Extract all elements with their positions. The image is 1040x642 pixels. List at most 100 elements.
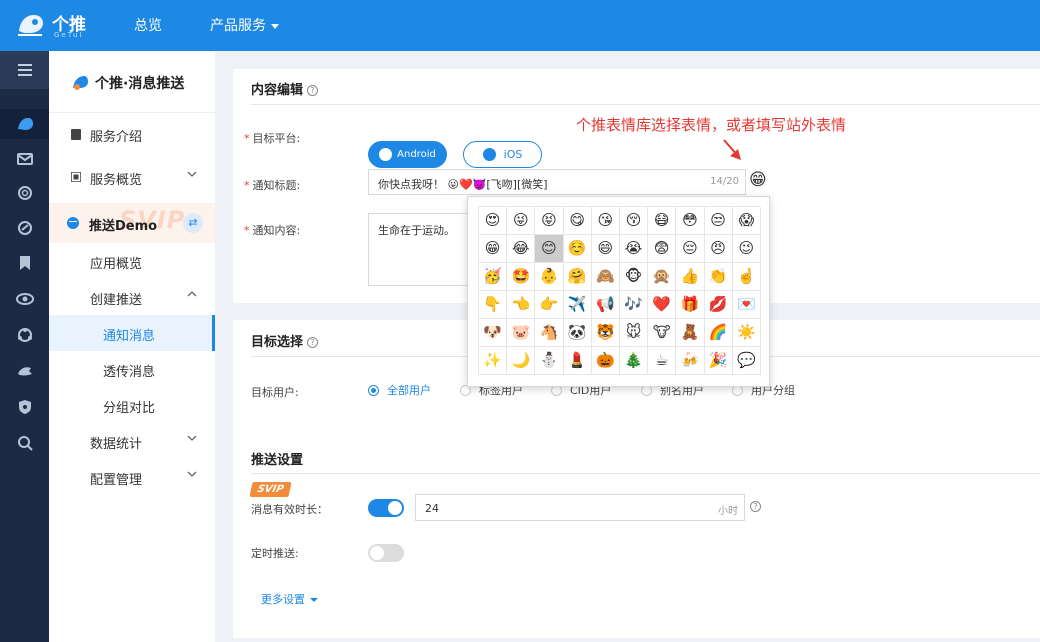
emoji-option[interactable]: 😠 bbox=[704, 235, 733, 263]
emoji-option[interactable]: 👇 bbox=[479, 291, 508, 319]
emoji-option[interactable]: 😭 bbox=[619, 235, 649, 263]
nav-products[interactable]: 产品服务 bbox=[210, 15, 279, 35]
emoji-option[interactable]: 💌 bbox=[732, 291, 761, 319]
nav-search-icon[interactable] bbox=[0, 428, 49, 458]
emoji-option[interactable]: 👏 bbox=[704, 263, 733, 291]
nav-overview[interactable]: 总览 bbox=[134, 15, 162, 35]
emoji-option[interactable]: ☺️ bbox=[563, 235, 592, 263]
sidebar-item-notification[interactable]: 通知消息 bbox=[49, 315, 215, 351]
nav-tag-icon[interactable] bbox=[0, 213, 49, 243]
emoji-option[interactable]: ❤️ bbox=[648, 291, 677, 319]
emoji-option[interactable]: 👍 bbox=[676, 263, 705, 291]
getui-logo[interactable]: 个推 GeTuI bbox=[16, 9, 90, 41]
emoji-option[interactable]: 😚 bbox=[619, 207, 649, 235]
emoji-option[interactable]: 🧸 bbox=[676, 319, 705, 347]
emoji-option[interactable]: ☕ bbox=[648, 347, 677, 375]
emoji-option[interactable]: 🤗 bbox=[563, 263, 592, 291]
emoji-option[interactable]: ✨ bbox=[479, 347, 508, 375]
emoji-option[interactable]: 🎃 bbox=[591, 347, 620, 375]
emoji-option[interactable]: 🎶 bbox=[619, 291, 649, 319]
help-icon[interactable]: ? bbox=[307, 85, 319, 96]
emoji-option[interactable]: 😱 bbox=[732, 207, 761, 235]
emoji-option[interactable]: 😘 bbox=[591, 207, 620, 235]
emoji-option[interactable]: 🐵 bbox=[619, 263, 649, 291]
emoji-option[interactable]: 😷 bbox=[648, 207, 677, 235]
help-icon[interactable]: ? bbox=[307, 337, 319, 348]
emoji-option[interactable]: 🐭 bbox=[619, 319, 649, 347]
emoji-option[interactable]: 😨 bbox=[648, 235, 677, 263]
emoji-option[interactable]: 😍 bbox=[479, 207, 508, 235]
body-textarea[interactable]: 生命在于运动。 bbox=[368, 213, 470, 286]
nav-fish-icon[interactable] bbox=[0, 356, 49, 386]
nav-bookmark-icon[interactable] bbox=[0, 248, 49, 278]
emoji-option[interactable]: ⛄ bbox=[535, 347, 564, 375]
emoji-option[interactable]: ✈️ bbox=[563, 291, 592, 319]
ttl-toggle[interactable] bbox=[368, 499, 404, 517]
emoji-option[interactable]: 🍻 bbox=[676, 347, 705, 375]
sidebar-item-service-overview[interactable]: 服务概览 bbox=[49, 159, 215, 195]
radio-all-users[interactable]: 全部用户 bbox=[368, 382, 431, 398]
sidebar-item-passthrough[interactable]: 透传消息 bbox=[49, 351, 215, 387]
android-button[interactable]: Android bbox=[368, 141, 447, 168]
emoji-option[interactable]: 😄 bbox=[591, 235, 620, 263]
emoji-option[interactable]: 😜 bbox=[507, 207, 536, 235]
svip-badge: SVIP bbox=[249, 482, 292, 497]
sidebar-item-app-overview[interactable]: 应用概览 bbox=[49, 243, 215, 279]
emoji-option[interactable]: 😳 bbox=[676, 207, 705, 235]
emoji-option[interactable]: 🤩 bbox=[507, 263, 536, 291]
emoji-option[interactable]: 🙈 bbox=[591, 263, 620, 291]
emoji-option[interactable]: ☝️ bbox=[732, 263, 761, 291]
more-settings-link[interactable]: 更多设置 bbox=[261, 591, 318, 607]
nav-fingerprint-icon[interactable] bbox=[0, 178, 49, 208]
switch-icon[interactable]: ⇄ bbox=[183, 213, 203, 233]
emoji-option[interactable]: 🐶 bbox=[479, 319, 508, 347]
emoji-option[interactable]: 😒 bbox=[704, 207, 733, 235]
nav-share-icon[interactable] bbox=[0, 320, 49, 350]
emoji-option[interactable]: 🐯 bbox=[591, 319, 620, 347]
emoji-option[interactable]: 😊 bbox=[535, 235, 564, 263]
emoji-option[interactable]: 💬 bbox=[732, 347, 761, 375]
ios-button[interactable]: iOS bbox=[463, 141, 542, 168]
emoji-option[interactable]: 👶 bbox=[535, 263, 564, 291]
sidebar-item-push-demo[interactable]: SVIP 推送Demo ⇄ bbox=[49, 203, 215, 243]
emoji-option[interactable]: 😝 bbox=[535, 207, 564, 235]
emoji-option[interactable]: 🙊 bbox=[648, 263, 677, 291]
emoji-option[interactable]: 😋 bbox=[563, 207, 592, 235]
sidebar-item-service-intro[interactable]: 服务介绍 bbox=[49, 116, 215, 152]
emoji-option[interactable]: 😁 bbox=[479, 235, 508, 263]
emoji-option[interactable]: 🌙 bbox=[507, 347, 536, 375]
emoji-option[interactable]: 👈 bbox=[507, 291, 536, 319]
nav-eye-icon[interactable] bbox=[0, 284, 49, 314]
emoji-option[interactable]: 💋 bbox=[704, 291, 733, 319]
emoji-option[interactable]: 🌈 bbox=[704, 319, 733, 347]
sidebar-item-create-push[interactable]: 创建推送 bbox=[49, 279, 215, 315]
schedule-toggle[interactable] bbox=[368, 544, 404, 562]
emoji-option[interactable]: 🐴 bbox=[535, 319, 564, 347]
title-input[interactable]: 你快点我呀！ 😜❤️👿[飞吻][微笑] 14/20 bbox=[368, 169, 746, 195]
ttl-input[interactable]: 24 小时 bbox=[415, 494, 745, 521]
emoji-option[interactable]: 🥳 bbox=[479, 263, 508, 291]
emoji-option[interactable]: 💄 bbox=[563, 347, 592, 375]
book-icon bbox=[71, 129, 81, 140]
menu-toggle-button[interactable] bbox=[0, 51, 49, 89]
help-icon[interactable]: ? bbox=[750, 501, 761, 512]
emoji-option[interactable]: ☀️ bbox=[732, 319, 761, 347]
emoji-option[interactable]: 🎁 bbox=[676, 291, 705, 319]
emoji-option[interactable]: 😔 bbox=[676, 235, 705, 263]
emoji-option[interactable]: 😂 bbox=[507, 235, 536, 263]
nav-shield-icon[interactable] bbox=[0, 392, 49, 422]
emoji-option[interactable]: 🐼 bbox=[563, 319, 592, 347]
sidebar-item-group-compare[interactable]: 分组对比 bbox=[49, 387, 215, 423]
nav-mail-icon[interactable] bbox=[0, 143, 49, 173]
emoji-option[interactable]: 👉 bbox=[535, 291, 564, 319]
emoji-option[interactable]: 📢 bbox=[591, 291, 620, 319]
nav-push-icon[interactable] bbox=[0, 109, 49, 139]
emoji-option[interactable]: 🐷 bbox=[507, 319, 536, 347]
emoji-option[interactable]: 🐮 bbox=[648, 319, 677, 347]
emoji-picker-icon[interactable]: 😁 bbox=[749, 172, 767, 189]
emoji-option[interactable]: 🎉 bbox=[704, 347, 733, 375]
emoji-option[interactable]: 😉 bbox=[732, 235, 761, 263]
sidebar-item-config[interactable]: 配置管理 bbox=[49, 459, 215, 495]
sidebar-item-statistics[interactable]: 数据统计 bbox=[49, 423, 215, 459]
emoji-option[interactable]: 🎄 bbox=[619, 347, 649, 375]
